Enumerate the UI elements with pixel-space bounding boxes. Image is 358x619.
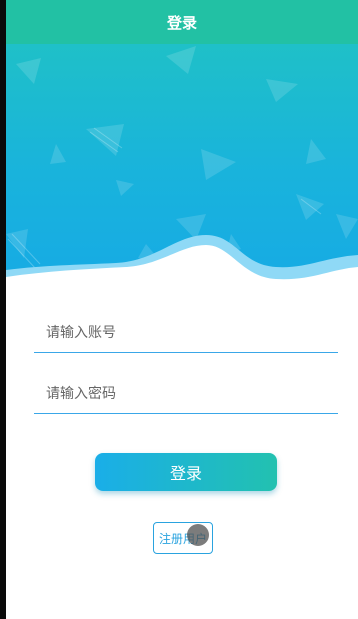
login-button[interactable]: 登录 xyxy=(95,453,277,491)
wave-divider xyxy=(6,235,358,305)
login-button-label: 登录 xyxy=(169,464,202,483)
account-input[interactable] xyxy=(34,313,338,353)
page-title: 登录 xyxy=(166,13,197,32)
touch-indicator xyxy=(187,524,209,546)
password-input[interactable] xyxy=(34,374,338,414)
app-header: 登录 xyxy=(6,0,358,44)
login-screen: 登录 请输入账号 登录 注册用户 xyxy=(6,0,358,619)
